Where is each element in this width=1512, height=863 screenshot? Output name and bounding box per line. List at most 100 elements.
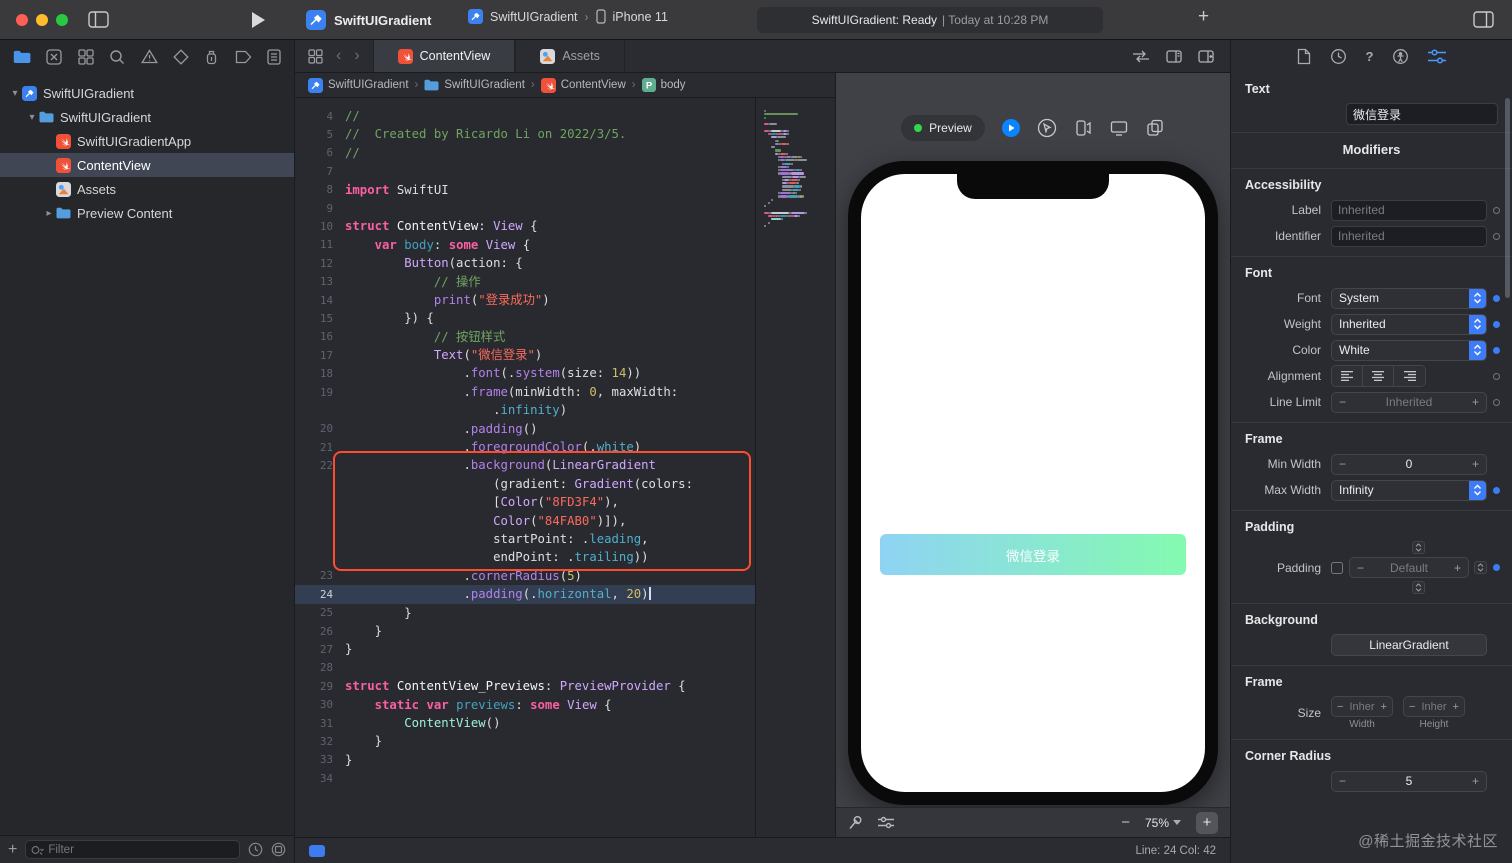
- code-line-18[interactable]: 18 .font(.system(size: 14)): [295, 364, 755, 382]
- breadcrumb-item-body[interactable]: Pbody: [642, 78, 686, 92]
- code-line-9[interactable]: 9: [295, 199, 755, 217]
- related-items-icon[interactable]: [308, 49, 323, 64]
- zoom-out-button[interactable]: −: [1121, 814, 1130, 831]
- modified-indicator[interactable]: [1493, 295, 1500, 302]
- width-stepper[interactable]: −Inher+: [1331, 696, 1393, 717]
- inspector-scrollbar[interactable]: [1505, 98, 1510, 298]
- file-inspector-icon[interactable]: [1297, 48, 1311, 65]
- symbols-navigator-icon[interactable]: [78, 49, 94, 65]
- attributes-inspector-icon[interactable]: [1428, 49, 1446, 64]
- zoom-level-dropdown[interactable]: 75%: [1145, 816, 1181, 830]
- quick-help-inspector-icon[interactable]: ?: [1366, 49, 1374, 64]
- code-line-20[interactable]: 20 .padding(): [295, 420, 755, 438]
- code-line-21[interactable]: 21 .foregroundColor(.white): [295, 438, 755, 456]
- library-add-icon[interactable]: +: [1198, 6, 1209, 28]
- align-right-button[interactable]: [1394, 366, 1425, 386]
- debug-navigator-icon[interactable]: [204, 49, 219, 65]
- background-value-button[interactable]: LinearGradient: [1331, 634, 1487, 656]
- code-line-7[interactable]: 7: [295, 162, 755, 180]
- code-line-wrap[interactable]: startPoint: .leading,: [295, 530, 755, 548]
- min-width-stepper[interactable]: −0+: [1331, 454, 1487, 475]
- find-navigator-icon[interactable]: [109, 49, 125, 65]
- code-line-wrap[interactable]: .infinity): [295, 401, 755, 419]
- breadcrumb-item-swiftuigradient[interactable]: SwiftUIGradient: [424, 79, 525, 91]
- code-line-33[interactable]: 33}: [295, 751, 755, 769]
- max-width-popup[interactable]: Infinity: [1331, 480, 1487, 501]
- history-inspector-icon[interactable]: [1330, 48, 1347, 65]
- align-center-button[interactable]: [1363, 366, 1394, 386]
- toggle-navigator-icon[interactable]: [88, 11, 109, 28]
- color-popup[interactable]: White: [1331, 340, 1487, 361]
- code-line-4[interactable]: 4//: [295, 107, 755, 125]
- code-line-28[interactable]: 28: [295, 659, 755, 677]
- source-control-filter-icon[interactable]: [271, 842, 286, 857]
- font-popup[interactable]: System: [1331, 288, 1487, 309]
- issue-navigator-icon[interactable]: [141, 49, 158, 64]
- breadcrumb-item-contentview[interactable]: ContentView: [541, 78, 626, 93]
- padding-checkbox[interactable]: [1331, 562, 1343, 574]
- modified-indicator[interactable]: [1493, 564, 1500, 571]
- code-line-14[interactable]: 14 print("登录成功"): [295, 291, 755, 309]
- code-line-32[interactable]: 32 }: [295, 732, 755, 750]
- filter-field[interactable]: [25, 840, 240, 859]
- add-editor-icon[interactable]: [1198, 50, 1214, 63]
- code-line-12[interactable]: 12 Button(action: {: [295, 254, 755, 272]
- run-button[interactable]: [252, 12, 265, 28]
- duplicate-preview-icon[interactable]: [1145, 118, 1165, 138]
- align-left-button[interactable]: [1332, 366, 1363, 386]
- height-stepper[interactable]: −Inher+: [1403, 696, 1465, 717]
- line-limit-stepper[interactable]: −Inherited+: [1331, 392, 1487, 413]
- unmodified-indicator[interactable]: [1493, 399, 1500, 406]
- tab-contentview[interactable]: ContentView: [373, 40, 516, 72]
- go-forward-icon[interactable]: ›: [354, 47, 359, 65]
- code-line-16[interactable]: 16 // 按钮样式: [295, 328, 755, 346]
- text-value-field[interactable]: 微信登录: [1346, 103, 1498, 125]
- nav-item-swiftuigradient[interactable]: ▾SwiftUIGradient: [0, 81, 294, 105]
- preview-on-device-icon[interactable]: [1073, 118, 1093, 138]
- code-line-34[interactable]: 34: [295, 769, 755, 787]
- breakpoint-indicator-icon[interactable]: [309, 845, 325, 857]
- chevron-down-icon[interactable]: ▾: [8, 88, 22, 99]
- toggle-inspector-icon[interactable]: [1473, 11, 1494, 28]
- code-line-30[interactable]: 30 static var previews: some View {: [295, 696, 755, 714]
- wechat-login-gradient-button[interactable]: 微信登录: [880, 534, 1186, 575]
- pin-preview-icon[interactable]: [848, 815, 863, 831]
- padding-top-stepper[interactable]: [1412, 541, 1425, 554]
- minimize-window-button[interactable]: [36, 14, 48, 26]
- accessibility-label-field[interactable]: Inherited: [1331, 200, 1487, 221]
- weight-popup[interactable]: Inherited: [1331, 314, 1487, 335]
- code-line-22[interactable]: 22 .background(LinearGradient: [295, 456, 755, 474]
- scheme-selector[interactable]: SwiftUIGradient › iPhone 11: [468, 9, 668, 24]
- code-line-19[interactable]: 19 .frame(minWidth: 0, maxWidth:: [295, 383, 755, 401]
- code-line-15[interactable]: 15 }) {: [295, 309, 755, 327]
- accessibility-inspector-icon[interactable]: [1392, 48, 1409, 65]
- nav-item-assets[interactable]: Assets: [0, 177, 294, 201]
- minimap[interactable]: [755, 98, 835, 837]
- source-control-icon[interactable]: [46, 49, 62, 65]
- code-line-wrap[interactable]: [Color("8FD3F4"),: [295, 493, 755, 511]
- filter-input[interactable]: [48, 844, 234, 856]
- code-line-29[interactable]: 29struct ContentView_Previews: PreviewPr…: [295, 677, 755, 695]
- tab-assets[interactable]: Assets: [515, 40, 625, 72]
- modified-indicator[interactable]: [1493, 321, 1500, 328]
- add-file-icon[interactable]: +: [8, 841, 17, 859]
- canvas-settings-icon[interactable]: [878, 816, 894, 829]
- code-line-23[interactable]: 23 .cornerRadius(5): [295, 567, 755, 585]
- live-preview-icon[interactable]: [1001, 118, 1021, 138]
- breadcrumb-item-swiftuigradient[interactable]: SwiftUIGradient: [308, 78, 409, 93]
- code-line-31[interactable]: 31 ContentView(): [295, 714, 755, 732]
- code-line-wrap[interactable]: endPoint: .trailing)): [295, 548, 755, 566]
- nav-item-contentview[interactable]: ContentView: [0, 153, 294, 177]
- code-line-27[interactable]: 27}: [295, 640, 755, 658]
- go-back-icon[interactable]: ‹: [336, 47, 341, 65]
- code-line-25[interactable]: 25 }: [295, 604, 755, 622]
- padding-bottom-stepper[interactable]: [1412, 581, 1425, 594]
- recent-files-icon[interactable]: [248, 842, 263, 857]
- code-line-wrap[interactable]: Color("84FAB0")]),: [295, 512, 755, 530]
- report-navigator-icon[interactable]: [267, 49, 281, 65]
- selectable-mode-icon[interactable]: [1037, 118, 1057, 138]
- code-line-26[interactable]: 26 }: [295, 622, 755, 640]
- nav-item-preview-content[interactable]: ▸Preview Content: [0, 201, 294, 225]
- source-editor[interactable]: 4//5// Created by Ricardo Li on 2022/3/5…: [295, 98, 755, 837]
- modified-indicator[interactable]: [1493, 347, 1500, 354]
